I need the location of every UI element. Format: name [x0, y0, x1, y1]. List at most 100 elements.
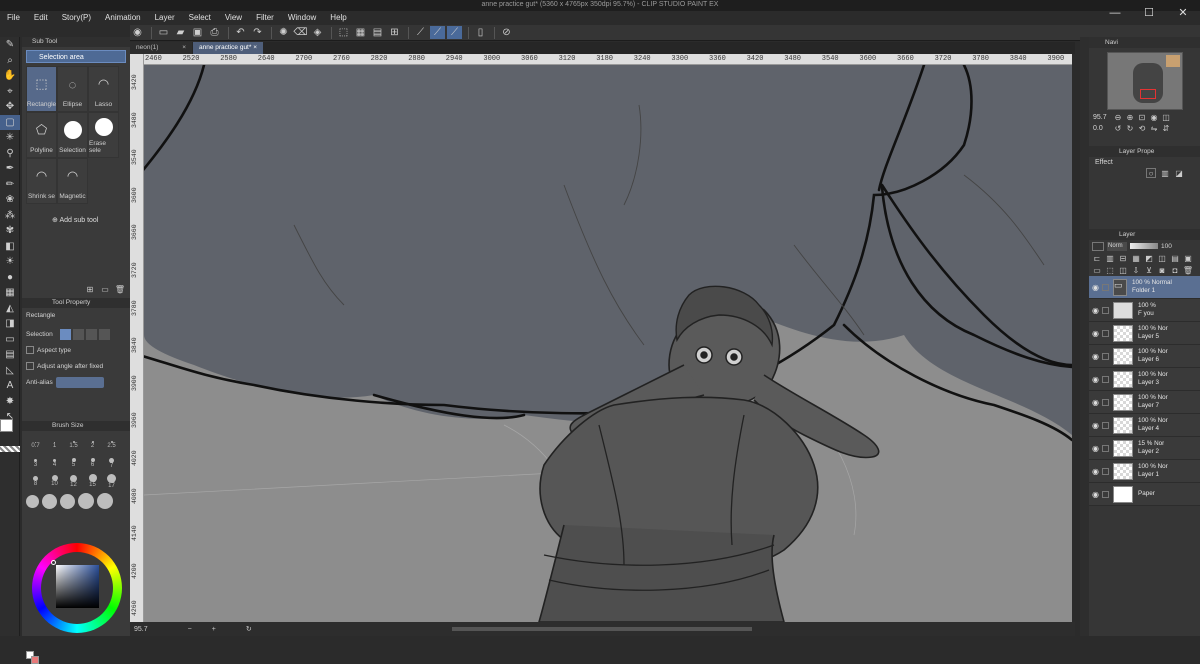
intersect-selection-button[interactable]: [99, 328, 110, 340]
palette-icon[interactable]: ▣: [1183, 253, 1193, 263]
add-selection-button[interactable]: [73, 328, 84, 340]
subtract-selection-button[interactable]: [86, 328, 97, 340]
selection-area-icon[interactable]: ▢: [0, 114, 20, 130]
layer-tab[interactable]: Layer: [1089, 229, 1200, 240]
brush-size-option[interactable]: [42, 493, 57, 509]
layer-color-toggle-icon[interactable]: ▤: [1170, 253, 1180, 263]
zoom-out-icon[interactable]: −: [188, 626, 192, 633]
layer-lock-checkbox[interactable]: [1102, 306, 1109, 314]
text-icon[interactable]: A: [0, 378, 20, 394]
drawing-canvas[interactable]: [144, 65, 1072, 622]
effect-tone-icon[interactable]: ▥: [1160, 168, 1170, 178]
zoom-icon[interactable]: ⌕: [0, 53, 20, 69]
close-tab-icon[interactable]: ×: [182, 42, 186, 54]
pen-icon[interactable]: ✒: [0, 161, 20, 177]
new-raster-icon[interactable]: ▭: [1092, 265, 1102, 275]
brush-size-option[interactable]: 15: [83, 473, 102, 489]
layer-row[interactable]: ◉ 100 % Nor Layer 6: [1089, 345, 1200, 368]
navigator-tab[interactable]: Navi: [1089, 37, 1200, 48]
rotate-left-icon[interactable]: ↺: [1113, 124, 1123, 134]
subtool-tab[interactable]: Sub Tool: [22, 37, 130, 47]
ruler-tool-icon[interactable]: ◺: [0, 363, 20, 379]
new-subtool-icon[interactable]: ▭: [100, 284, 110, 294]
subtool-selection-pen[interactable]: Selection: [57, 112, 88, 158]
brush-size-option[interactable]: 10: [45, 473, 64, 489]
save-icon[interactable]: ▣: [190, 26, 205, 39]
saturation-value-square[interactable]: [56, 565, 99, 608]
layer-lock-checkbox[interactable]: [1102, 352, 1109, 360]
reference-icon[interactable]: ▥: [1105, 253, 1115, 263]
menu-help[interactable]: Help: [323, 11, 353, 25]
flip-v-icon[interactable]: ⇵: [1161, 124, 1171, 134]
layer-property-tab[interactable]: Layer Prope: [1089, 146, 1200, 157]
brush-size-option[interactable]: 2.5: [102, 437, 121, 453]
zoom-in-icon[interactable]: +: [212, 626, 216, 633]
pencil-icon[interactable]: ✏: [0, 177, 20, 193]
navigator-zoom[interactable]: 95.7: [1093, 114, 1113, 121]
close-tab-icon[interactable]: ×: [253, 42, 257, 54]
brush-size-option[interactable]: [26, 494, 39, 508]
fit-screen-icon[interactable]: ◫: [1161, 113, 1171, 123]
brush-size-option[interactable]: 1.5: [64, 437, 83, 453]
eyedropper-icon[interactable]: ⚲: [0, 146, 20, 162]
navigator-rotate[interactable]: 0.0: [1093, 125, 1113, 132]
blend-mode-icon[interactable]: [1092, 241, 1104, 251]
layer-row[interactable]: ◉ 100 % F you: [1089, 299, 1200, 322]
antialias-selector[interactable]: [56, 376, 104, 388]
clip-icon[interactable]: ⊏: [1092, 253, 1102, 263]
brush-size-option[interactable]: 12: [64, 473, 83, 489]
layer-row[interactable]: ◉ Paper: [1089, 483, 1200, 506]
shape-icon[interactable]: ▭: [0, 332, 20, 348]
new-selection-button[interactable]: [60, 328, 71, 340]
lock-transparent-icon[interactable]: ▦: [1131, 253, 1141, 263]
snap-ruler-icon[interactable]: ⟋: [413, 26, 428, 39]
minimize-button[interactable]: —: [1098, 0, 1132, 25]
auto-select-icon[interactable]: ✳: [0, 130, 20, 146]
reset-rotate-icon[interactable]: ⟲: [1137, 124, 1147, 134]
color-wheel[interactable]: [32, 543, 122, 633]
brush-size-option[interactable]: 1: [45, 437, 64, 453]
subtool-magnetic[interactable]: ◠ Magnetic: [57, 158, 88, 204]
horizontal-scrollbar[interactable]: [451, 627, 752, 631]
eye-icon[interactable]: ◉: [1089, 421, 1102, 430]
brush-size-option[interactable]: 17: [102, 473, 121, 489]
eye-icon[interactable]: ◉: [1089, 490, 1102, 499]
new-file-icon[interactable]: ▭: [156, 26, 171, 39]
pen-tool-icon[interactable]: ✎: [0, 37, 20, 53]
brush-size-option[interactable]: [60, 493, 75, 509]
frame-icon[interactable]: ▤: [0, 347, 20, 363]
combine-icon[interactable]: ⊻: [1144, 265, 1154, 275]
eye-icon[interactable]: ◉: [1089, 329, 1102, 338]
brush-size-option[interactable]: 8: [26, 473, 45, 489]
opacity-value[interactable]: 100: [1161, 243, 1172, 250]
balloon-icon[interactable]: ✸: [0, 394, 20, 410]
mask-add-icon[interactable]: ◙: [1157, 265, 1167, 275]
zoom-in-icon[interactable]: ⊕: [1125, 113, 1135, 123]
clip-studio-icon[interactable]: ◉: [130, 26, 145, 39]
vertical-scrollbar[interactable]: [1072, 54, 1080, 622]
clear-icon[interactable]: ⌫: [293, 26, 308, 39]
layer-lock-checkbox[interactable]: [1102, 398, 1109, 406]
close-window-button[interactable]: ✕: [1166, 0, 1200, 25]
rotate-icon[interactable]: ↻: [246, 625, 252, 633]
layer-row[interactable]: ◉ ▭ 100 % Normal Folder 1: [1089, 276, 1200, 299]
brush-size-option[interactable]: 6: [83, 455, 102, 471]
layer-row[interactable]: ◉ 100 % Nor Layer 3: [1089, 368, 1200, 391]
color-picker-marker[interactable]: [51, 560, 56, 565]
menu-edit[interactable]: Edit: [27, 11, 55, 25]
layer-lock-checkbox[interactable]: [1102, 421, 1109, 429]
blend-icon[interactable]: ☀: [0, 254, 20, 270]
menu-filter[interactable]: Filter: [249, 11, 281, 25]
eye-icon[interactable]: ◉: [1089, 283, 1102, 292]
move-layer-icon[interactable]: ✥: [0, 99, 20, 115]
subtool-polyline[interactable]: ⬠ Polyline: [26, 112, 57, 158]
menu-animation[interactable]: Animation: [98, 11, 148, 25]
brush-size-option[interactable]: 5: [64, 455, 83, 471]
brush-size-option[interactable]: 4: [45, 455, 64, 471]
delete-layer-icon[interactable]: 🗑: [1183, 265, 1193, 275]
layer-row[interactable]: ◉ 100 % Nor Layer 4: [1089, 414, 1200, 437]
main-color-swatch[interactable]: [0, 419, 13, 432]
actual-size-icon[interactable]: ◉: [1149, 113, 1159, 123]
blur-icon[interactable]: ●: [0, 270, 20, 286]
sub-color-chip[interactable]: [31, 656, 39, 664]
